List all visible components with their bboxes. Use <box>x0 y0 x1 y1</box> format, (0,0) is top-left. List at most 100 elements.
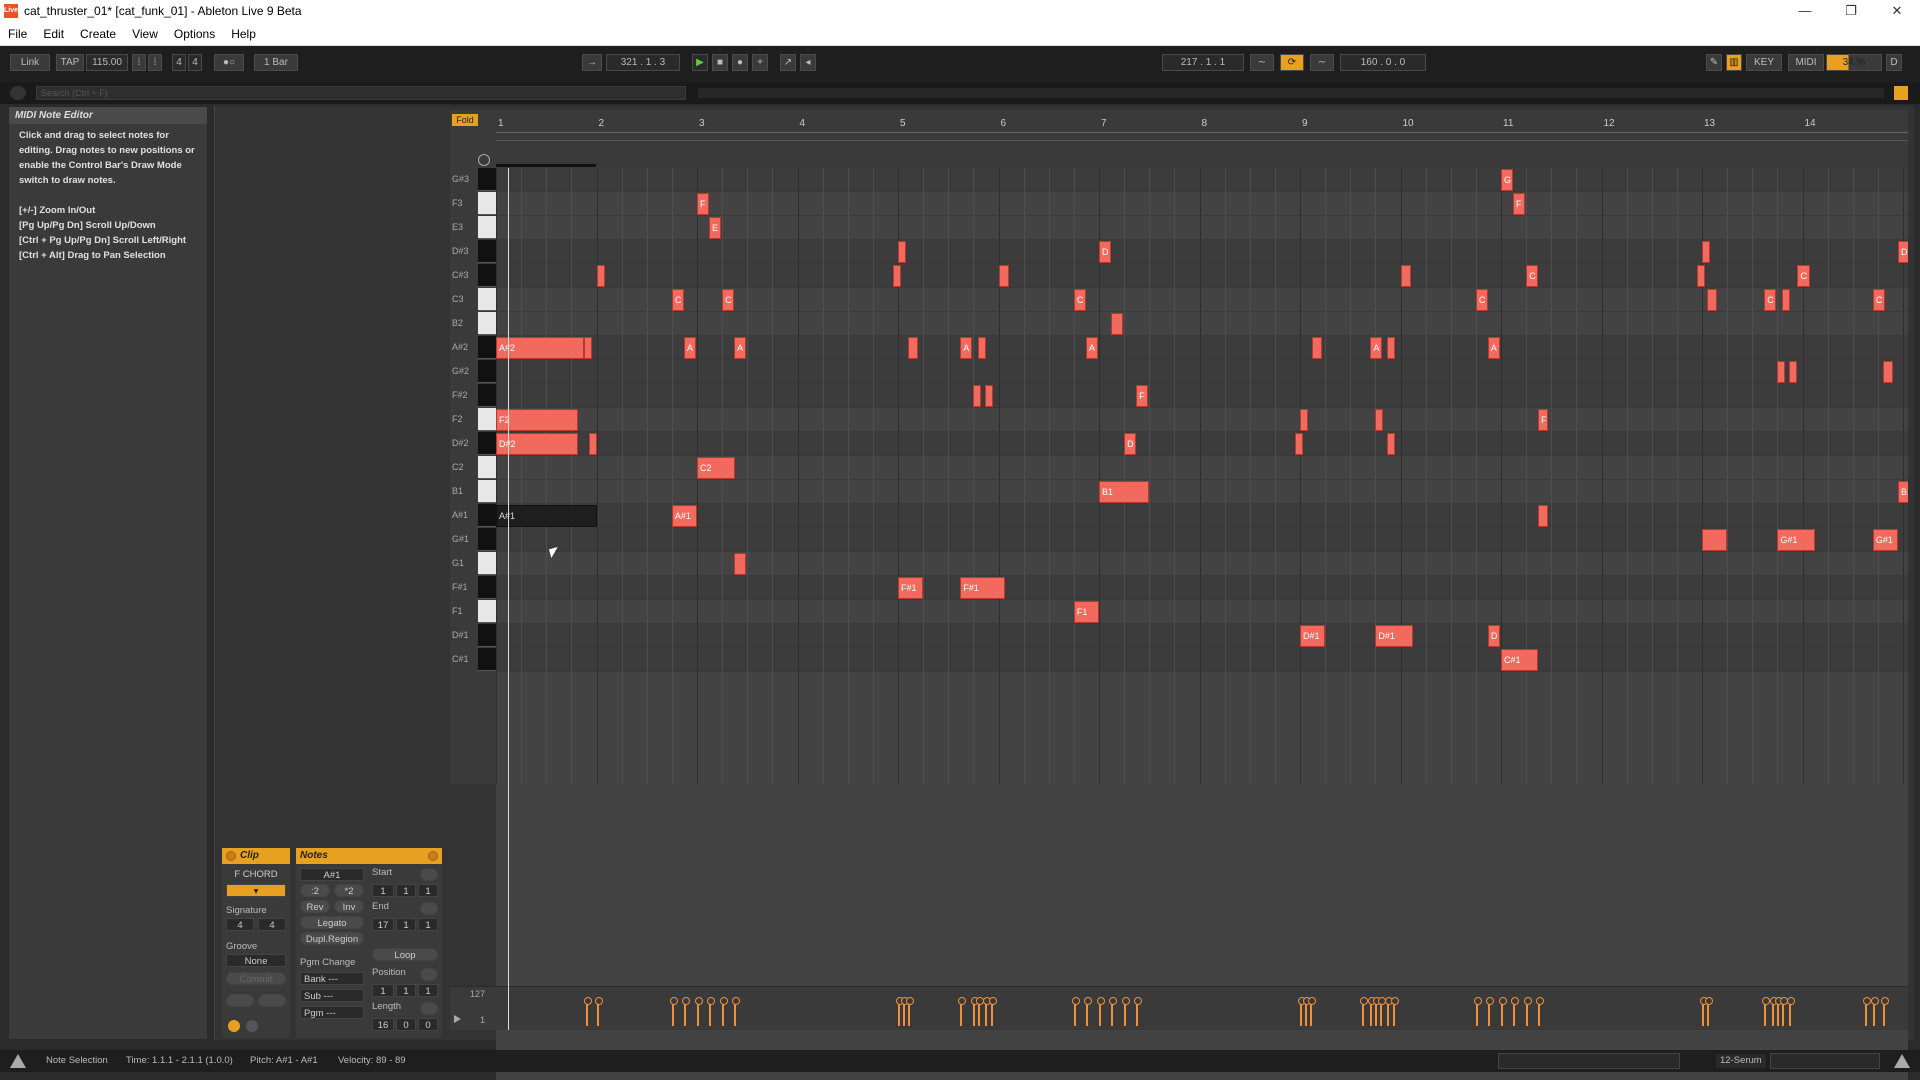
velocity-stem[interactable] <box>976 997 985 1026</box>
menu-create[interactable]: Create <box>72 27 124 41</box>
midi-note[interactable]: A#1 <box>496 505 597 527</box>
note-row[interactable] <box>496 312 1908 336</box>
midi-note[interactable]: C <box>1475 289 1488 311</box>
stop-icon[interactable]: ■ <box>712 54 728 71</box>
clip-name[interactable]: F CHORD <box>226 868 286 881</box>
note-row[interactable] <box>496 216 1908 240</box>
velocity-stem[interactable] <box>1071 997 1080 1026</box>
note-row[interactable] <box>496 384 1908 408</box>
midi-note[interactable] <box>1702 529 1728 551</box>
clip-signature-numerator[interactable]: 4 <box>226 918 254 931</box>
velocity-stem[interactable] <box>1762 997 1771 1026</box>
sub-bank-field[interactable]: Sub --- <box>300 989 364 1002</box>
velocity-stem[interactable] <box>1109 997 1118 1026</box>
start-sixteenth-field[interactable]: 1 <box>418 884 438 897</box>
midi-note[interactable] <box>1387 337 1396 359</box>
piano-key[interactable] <box>478 384 496 407</box>
invert-button[interactable]: Inv <box>334 900 364 913</box>
velocity-stem[interactable] <box>896 997 904 1026</box>
velocity-stem[interactable] <box>681 997 690 1026</box>
midi-note[interactable]: D#1 <box>1375 625 1413 647</box>
midi-note[interactable]: D#1 <box>1300 625 1326 647</box>
computer-midi-keyboard-icon[interactable]: ▥ <box>1726 54 1742 71</box>
menu-file[interactable]: File <box>0 27 35 41</box>
velocity-stem[interactable] <box>720 997 729 1026</box>
note-row[interactable] <box>496 408 1908 432</box>
midi-note[interactable]: C <box>671 289 684 311</box>
length-sixteenth-field[interactable]: 0 <box>418 1018 438 1031</box>
pitch-range-field[interactable]: A#1 <box>300 868 364 881</box>
midi-note[interactable]: A <box>734 337 747 359</box>
velocity-stem[interactable] <box>1083 997 1092 1026</box>
midi-note[interactable]: A <box>960 337 973 359</box>
info-toggle-icon[interactable] <box>10 1054 26 1068</box>
loop-brace[interactable] <box>496 164 596 167</box>
signature-denominator[interactable]: 4 <box>188 54 202 71</box>
piano-key[interactable] <box>478 504 496 527</box>
program-field[interactable]: Pgm --- <box>300 1006 364 1019</box>
midi-note[interactable]: F <box>1513 193 1526 215</box>
midi-note[interactable]: A <box>683 337 696 359</box>
piano-key[interactable] <box>478 288 496 311</box>
velocity-stem[interactable] <box>669 997 678 1026</box>
close-button[interactable]: ✕ <box>1874 0 1920 22</box>
clip-panel-header[interactable]: Clip <box>222 848 290 864</box>
velocity-stem[interactable] <box>594 997 603 1026</box>
piano-key[interactable] <box>478 552 496 575</box>
mini-overview[interactable] <box>1498 1053 1680 1069</box>
piano-key[interactable] <box>478 576 496 599</box>
minimize-button[interactable]: — <box>1782 0 1828 22</box>
piano-key[interactable] <box>478 432 496 455</box>
midi-note[interactable] <box>1400 265 1411 287</box>
midi-note[interactable] <box>1111 313 1124 335</box>
midi-note[interactable] <box>1882 361 1893 383</box>
midi-note[interactable] <box>973 385 982 407</box>
piano-key[interactable] <box>478 264 496 287</box>
midi-note[interactable]: D <box>1099 241 1112 263</box>
quantize-menu[interactable]: 1 Bar <box>254 54 298 71</box>
midi-note[interactable]: D <box>1897 241 1908 263</box>
velocity-stem[interactable] <box>1097 997 1105 1026</box>
punch-out-icon[interactable]: ∼ <box>1310 54 1334 71</box>
velocity-stem[interactable] <box>1385 997 1394 1026</box>
note-row[interactable] <box>496 600 1908 624</box>
velocity-stem[interactable] <box>1870 997 1879 1026</box>
set-end-button[interactable] <box>420 902 438 915</box>
piano-key[interactable] <box>478 408 496 431</box>
midi-note[interactable] <box>1538 505 1549 527</box>
midi-note[interactable]: C <box>1872 289 1885 311</box>
velocity-stem[interactable] <box>1780 997 1789 1026</box>
loop-switch-icon[interactable]: ⟳ <box>1280 54 1304 71</box>
piano-key[interactable] <box>478 216 496 239</box>
piano-key[interactable] <box>478 648 496 671</box>
loop-brace-icon[interactable] <box>478 154 490 166</box>
legato-button[interactable]: Legato <box>300 916 364 929</box>
velocity-stem[interactable] <box>732 997 741 1026</box>
note-row[interactable] <box>496 432 1908 456</box>
note-grid[interactable]: GFFEDDCCCCCCCCA#2AAAAAAFF2FD#2DC2B1B1A#1… <box>496 168 1908 784</box>
midi-note[interactable]: D <box>1124 433 1137 455</box>
midi-note[interactable]: F1 <box>1073 601 1099 623</box>
note-row[interactable] <box>496 576 1908 600</box>
note-row[interactable] <box>496 336 1908 360</box>
velocity-stem[interactable] <box>1368 997 1377 1026</box>
browser-toggle-icon[interactable] <box>10 86 26 100</box>
midi-note[interactable] <box>589 433 598 455</box>
set-length-button[interactable] <box>420 1002 438 1015</box>
double-button[interactable]: *2 <box>334 884 364 897</box>
velocity-stem[interactable] <box>1880 997 1889 1026</box>
midi-map-button[interactable]: MIDI <box>1788 54 1824 71</box>
play-icon[interactable]: ▶ <box>692 54 708 71</box>
note-row[interactable] <box>496 360 1908 384</box>
note-row[interactable] <box>496 552 1908 576</box>
midi-note[interactable] <box>1782 289 1791 311</box>
halve-button[interactable]: :2 <box>300 884 330 897</box>
velocity-stem[interactable] <box>989 997 998 1026</box>
midi-note[interactable] <box>985 385 994 407</box>
velocity-stem[interactable] <box>1536 997 1545 1026</box>
velocity-stem[interactable] <box>1308 997 1317 1026</box>
midi-note[interactable] <box>1375 409 1384 431</box>
piano-key[interactable] <box>478 528 496 551</box>
midi-note[interactable]: C <box>1073 289 1086 311</box>
position-bar-field[interactable]: 1 <box>372 984 394 997</box>
